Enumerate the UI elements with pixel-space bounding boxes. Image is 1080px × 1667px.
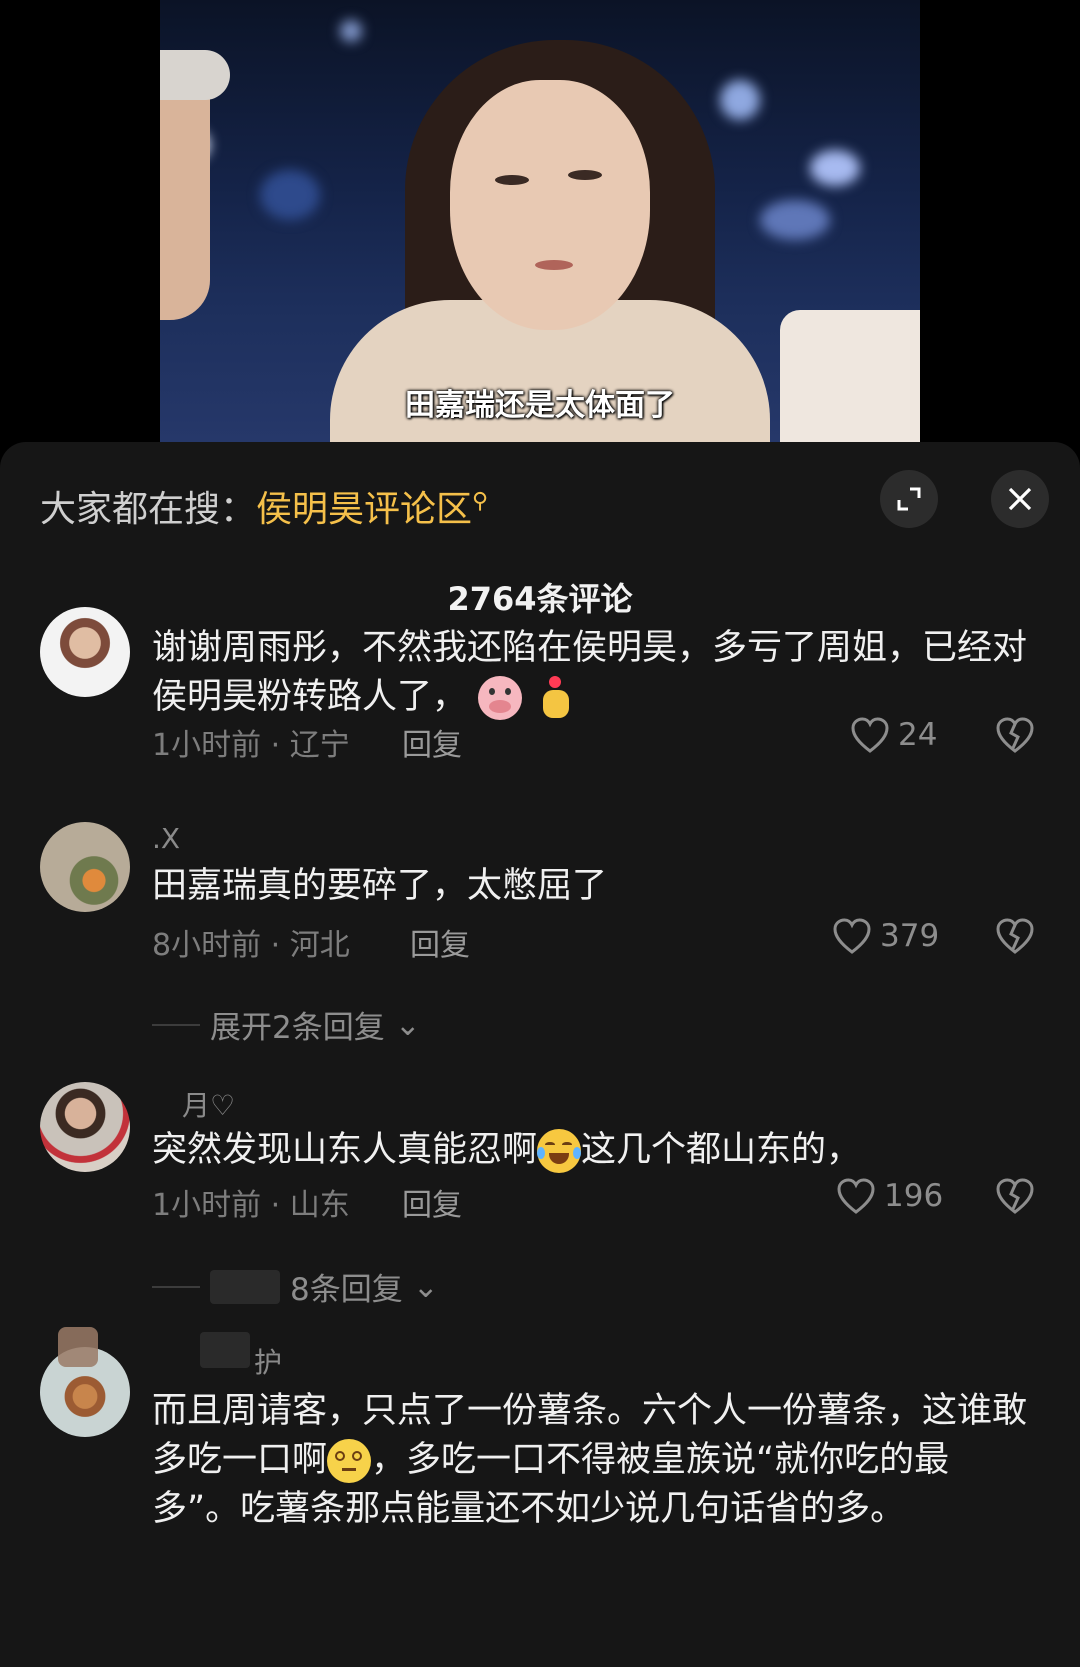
comment-body: 突然发现山东人真能忍啊 (152, 1130, 538, 1170)
like-button[interactable]: 379 (832, 917, 939, 955)
heart-icon (833, 918, 871, 954)
eye-right (568, 170, 602, 180)
avatar-blur (58, 1327, 98, 1367)
like-button[interactable]: 196 (836, 1177, 943, 1215)
comment-count: 2764条评论 (447, 580, 633, 618)
dislike-button[interactable] (995, 716, 1035, 758)
expand-button[interactable] (880, 470, 938, 528)
like-count: 196 (884, 1178, 944, 1214)
expand-replies-label: 8条回复 (290, 1272, 403, 1308)
background-light (720, 80, 760, 120)
reply-button[interactable]: 回复 (410, 920, 470, 964)
dislike-button[interactable] (995, 1177, 1035, 1219)
divider (152, 1285, 200, 1288)
divider (152, 1023, 200, 1026)
chevron-down-icon: ⌄ (394, 1006, 421, 1043)
avatar[interactable] (40, 822, 130, 912)
user-name[interactable]: 月♡ (182, 1084, 235, 1124)
background-light (340, 20, 362, 42)
expand-replies-button[interactable]: 8条回复 ⌄ (152, 1264, 439, 1309)
chevron-down-icon: ⌄ (412, 1268, 439, 1305)
broken-heart-icon (996, 1178, 1034, 1214)
broken-heart-icon (996, 717, 1034, 753)
comment-body-continued: 这几个都山东的， (581, 1130, 862, 1170)
comment-text: 而且周请客，只点了一份薯条。六个人一份薯条，这谁敢多吃一口啊 ，多吃一口不得被皇… (152, 1387, 1032, 1534)
broken-heart-icon (996, 918, 1034, 954)
like-count: 379 (880, 918, 940, 954)
heart-icon (851, 717, 889, 753)
avatar[interactable] (40, 1082, 130, 1172)
comment-text: 田嘉瑞真的要碎了，太憋屈了 (152, 866, 608, 906)
reply-button[interactable]: 回复 (402, 720, 462, 764)
eye-left (495, 175, 529, 185)
blurred-label (210, 1269, 280, 1304)
like-count: 24 (898, 717, 938, 753)
comment-body: 谢谢周雨彤，不然我还陷在侯明昊，多亏了周姐，已经对侯明昊粉转路人了， (152, 628, 1028, 717)
search-prefix: 大家都在搜： (40, 489, 257, 530)
pig-emoji-icon (478, 676, 523, 720)
background-light (810, 150, 860, 186)
like-button[interactable]: 24 (850, 716, 937, 754)
expand-replies-button[interactable]: 展开2条回复 ⌄ (152, 1002, 421, 1047)
trending-search[interactable]: 大家都在搜：侯明昊评论区⚲ (40, 480, 488, 532)
background-light (760, 200, 830, 240)
comment-sheet: 大家都在搜：侯明昊评论区⚲ 2764条评论 谢谢周雨彤，不然我还陷在侯明昊，多亏… (0, 442, 1080, 1667)
comment-meta: 1小时前 · 辽宁 (152, 728, 350, 763)
comment-meta: 1小时前 · 山东 (152, 1188, 350, 1223)
dislike-button[interactable] (995, 917, 1035, 959)
heart-icon (837, 1178, 875, 1214)
video-player[interactable]: 田嘉瑞还是太体面了 (160, 0, 920, 442)
crying-laughing-icon (537, 1129, 582, 1173)
close-button[interactable] (991, 470, 1049, 528)
background-light (260, 170, 320, 220)
video-subtitle: 田嘉瑞还是太体面了 (405, 388, 675, 423)
search-term-link[interactable]: 侯明昊评论区 (256, 489, 472, 530)
user-name[interactable]: .X (152, 822, 180, 855)
app-screen: 田嘉瑞还是太体面了 大家都在搜：侯明昊评论区⚲ 2764条评论 谢谢周雨彤，不然… (0, 0, 1080, 1667)
woman-face (450, 80, 650, 330)
finger-heart-icon (533, 676, 577, 720)
dizzy-face-icon (327, 1439, 372, 1483)
user-name[interactable]: 护 (254, 1341, 282, 1381)
search-icon: ⚲ (472, 489, 489, 514)
mouth (535, 260, 573, 270)
expand-replies-label: 展开2条回复 (210, 1010, 385, 1046)
expand-icon (897, 487, 921, 511)
reply-button[interactable]: 回复 (402, 1180, 462, 1224)
close-icon (1008, 487, 1032, 511)
comment-meta: 8小时前 · 河北 (152, 928, 350, 963)
username-blur (200, 1332, 250, 1368)
avatar[interactable] (40, 607, 130, 697)
comment-text: 突然发现山东人真能忍啊 这几个都山东的， (152, 1126, 1032, 1175)
comment-text: 谢谢周雨彤，不然我还陷在侯明昊，多亏了周姐，已经对侯明昊粉转路人了， (152, 624, 1032, 722)
cap-shape (160, 50, 230, 100)
